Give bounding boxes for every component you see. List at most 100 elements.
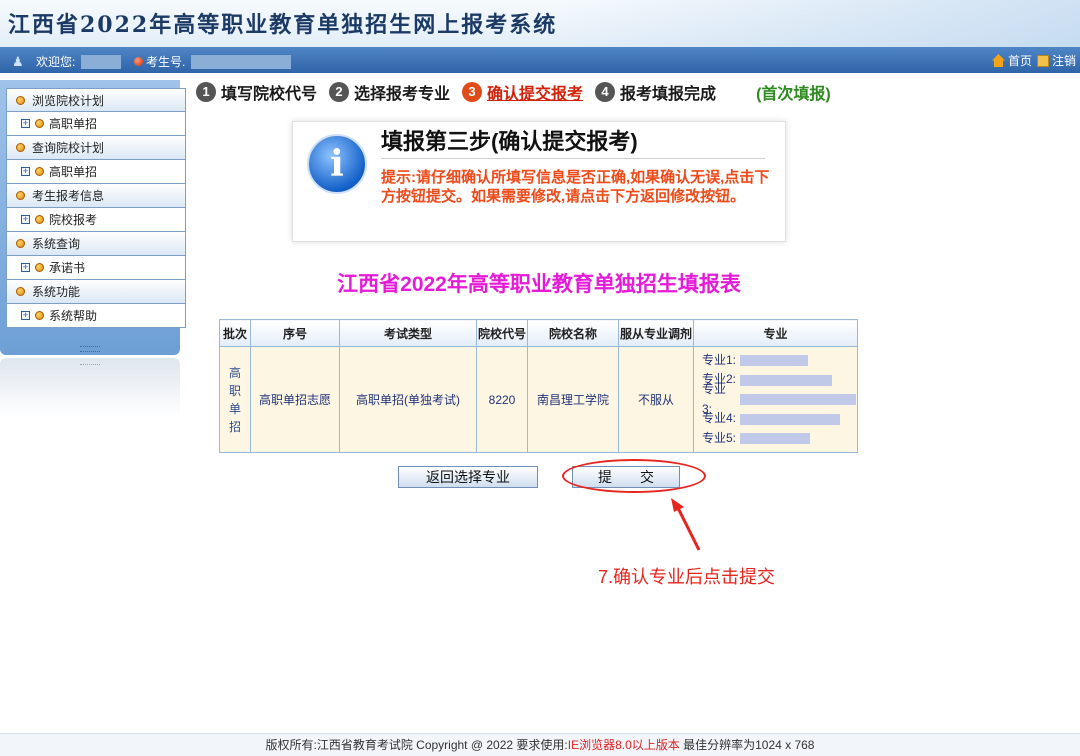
menu-item-system-help[interactable]: + 系统帮助	[6, 304, 186, 328]
application-table: 批次 序号 考试类型 院校代号 院校名称 服从专业调剂 专业 高职单招 高职单招…	[219, 319, 858, 453]
major-masked	[739, 394, 856, 405]
first-fill-badge: (首次填报)	[756, 86, 831, 103]
info-panel: i 填报第三步(确认提交报考) 提示:请仔细确认所填写信息是否正确,如果确认无误…	[292, 121, 786, 242]
step-label: 填写院校代号	[221, 86, 318, 103]
exam-no-icon	[134, 57, 143, 66]
form-title-text: 江西省2022年高等职业教育单独招生填报表	[337, 273, 741, 296]
step-label: 确认提交报考	[487, 86, 584, 103]
cell-school-code: 8220	[476, 346, 528, 453]
info-icon: i	[307, 134, 367, 194]
divider	[381, 158, 765, 159]
menu-group-label: 浏览院校计划	[32, 93, 105, 108]
home-icon[interactable]	[991, 54, 1005, 67]
cell-batch: 高职单招	[219, 346, 251, 453]
step-number: 4	[595, 82, 616, 102]
step-number: 3	[462, 82, 483, 102]
menu-group-label: 系统查询	[32, 237, 81, 251]
menu-group-query-plan[interactable]: 查询院校计划	[6, 136, 186, 160]
cell-seq: 高职单招志愿	[250, 346, 340, 453]
batch-text: 高职单招	[228, 365, 241, 434]
menu-item-query-gaozhi[interactable]: + 高职单招	[6, 160, 186, 184]
step-1: 1 填写院校代号	[196, 80, 317, 104]
major-masked	[740, 413, 841, 425]
cell-school-name: 南昌理工学院	[527, 346, 619, 453]
home-link[interactable]: 首页	[1008, 52, 1032, 69]
step-number: 2	[329, 82, 350, 102]
exam-no-masked	[191, 54, 292, 69]
header-decoration	[560, 0, 1080, 47]
col-school-code: 院校代号	[476, 319, 528, 347]
step-indicator: 1 填写院校代号 2 选择报考专业 3 确认提交报考 4 报考填报完成 (首次填报)	[196, 80, 831, 104]
major-4: 专业4:	[702, 409, 856, 429]
sidebar-resize-handle[interactable]	[80, 346, 100, 352]
expand-icon[interactable]: +	[21, 215, 30, 224]
major-1: 专业1:	[702, 351, 856, 371]
annotation-text: 7.确认专业后点击提交	[598, 567, 776, 587]
step-4: 4 报考填报完成	[595, 80, 716, 104]
footer-copyright: 版权所有:江西省教育考试院 Copyright @ 2022 要求使用:	[265, 738, 568, 752]
expand-icon[interactable]: +	[21, 311, 30, 320]
bullet-icon	[16, 143, 25, 152]
footer-browser: IE浏览器8.0以上版本	[567, 738, 680, 752]
form-title: 江西省2022年高等职业教育单独招生填报表	[0, 268, 1080, 298]
col-major: 专业	[693, 319, 858, 347]
major-masked	[740, 355, 809, 366]
major-masked	[740, 374, 833, 386]
app-title: 江西省2022年高等职业教育单独招生网上报考系统	[8, 12, 558, 38]
bullet-icon	[16, 95, 25, 105]
menu-item-browse-gaozhi[interactable]: + 高职单招	[6, 112, 186, 136]
footer-resolution: 最佳分辨率为1024 x 768	[679, 738, 815, 752]
footer: 版权所有:江西省教育考试院 Copyright @ 2022 要求使用:IE浏览…	[0, 733, 1080, 756]
table-row: 高职单招 高职单招志愿 高职单招(单独考试) 8220 南昌理工学院 不服从 专…	[219, 346, 858, 453]
menu-item-label: 高职单招	[49, 117, 98, 131]
cell-exam-type: 高职单招(单独考试)	[339, 346, 477, 453]
expand-icon[interactable]: +	[21, 119, 30, 128]
bullet-icon	[16, 239, 25, 248]
logout-link[interactable]: 注销	[1052, 52, 1076, 69]
step-number: 1	[196, 82, 216, 102]
step-label: 选择报考专业	[354, 86, 451, 103]
menu-group-system-query[interactable]: 系统查询	[6, 232, 186, 256]
menu-item-school-apply[interactable]: + 院校报考	[6, 208, 186, 232]
step-2: 2 选择报考专业	[329, 80, 450, 104]
bullet-icon	[35, 311, 44, 320]
bullet-icon	[35, 167, 44, 176]
exam-no-group: 考生号.	[134, 53, 292, 70]
major-label: 专业1:	[702, 352, 737, 367]
menu-group-label: 考生报考信息	[32, 189, 105, 203]
welcome-label: 欢迎您:	[36, 55, 76, 69]
bullet-icon	[35, 215, 44, 224]
col-seq: 序号	[250, 319, 340, 347]
annotation-arrow-icon	[671, 498, 701, 551]
sidebar-lower-panel	[0, 358, 180, 418]
sidebar: 浏览院校计划 + 高职单招 查询院校计划 + 高职单招 考生报考信息 + 院校报考 系…	[0, 80, 186, 355]
top-links: 首页 注销	[991, 52, 1076, 69]
menu-group-candidate-info[interactable]: 考生报考信息	[6, 184, 186, 208]
logout-icon[interactable]	[1036, 54, 1049, 67]
col-adjust: 服从专业调剂	[618, 319, 694, 347]
user-icon: ♟	[12, 53, 24, 69]
major-3: 专业3:	[702, 382, 856, 416]
cell-majors: 专业1: 专业2: 专业3: 专业4: 专业5:	[693, 346, 858, 453]
bullet-icon	[35, 119, 44, 128]
menu-item-label: 系统帮助	[49, 309, 98, 323]
bullet-icon	[16, 191, 25, 200]
col-school-name: 院校名称	[527, 319, 619, 347]
step-label: 报考填报完成	[620, 86, 717, 103]
menu-item-label: 高职单招	[49, 165, 98, 179]
menu-group-browse-plan[interactable]: 浏览院校计划	[6, 88, 186, 112]
menu-item-label: 院校报考	[49, 213, 98, 227]
col-batch: 批次	[219, 319, 251, 347]
exam-no-label: 考生号.	[146, 55, 186, 69]
menu-group-label: 查询院校计划	[32, 141, 105, 155]
expand-icon[interactable]: +	[21, 167, 30, 176]
major-label: 专业5:	[702, 430, 737, 445]
major-masked	[740, 433, 811, 444]
table-header-row: 批次 序号 考试类型 院校代号 院校名称 服从专业调剂 专业	[219, 319, 858, 347]
back-to-major-button[interactable]: 返回选择专业	[398, 466, 538, 488]
welcome-bar: ♟ 欢迎您: 考生号. 首页 注销	[0, 47, 1080, 73]
major-5: 专业5:	[702, 429, 856, 449]
major-label: 专业4:	[702, 411, 737, 426]
username-masked	[81, 54, 122, 69]
info-tip: 提示:请仔细确认所填写信息是否正确,如果确认无误,点击下方按钮提交。如果需要修改…	[381, 169, 770, 205]
